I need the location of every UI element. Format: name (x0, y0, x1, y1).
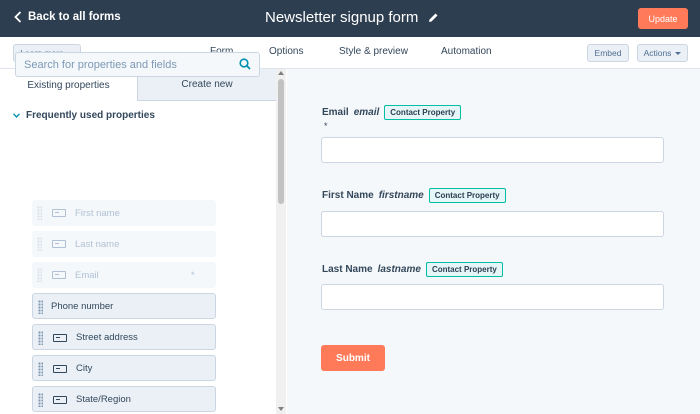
text-field-icon (52, 271, 66, 279)
contact-property-badge: Contact Property (428, 188, 506, 203)
actions-label: Actions (643, 48, 672, 58)
drag-handle-icon[interactable] (38, 300, 43, 314)
property-label: Email (75, 269, 99, 281)
form-field-label-lastname: Last Name lastname Contact Property (322, 262, 503, 277)
property-label: City (76, 362, 93, 374)
chevron-down-icon (13, 113, 20, 118)
scroll-down-arrow-icon[interactable] (278, 407, 284, 411)
property-label: First name (75, 207, 120, 219)
pencil-icon[interactable] (428, 12, 439, 23)
section-title: Frequently used properties (26, 110, 155, 121)
first-name-field[interactable] (321, 211, 664, 237)
required-asterisk: * (324, 121, 328, 131)
sidebar-scroll-thumb[interactable] (278, 79, 284, 204)
submit-button[interactable]: Submit (321, 345, 385, 371)
caret-down-icon (675, 51, 682, 55)
field-label: Last Name (322, 264, 373, 275)
property-label: Last name (75, 238, 120, 250)
sidebar-property-item[interactable]: Phone number (32, 293, 216, 319)
tab-options[interactable]: Options (269, 46, 303, 57)
update-button[interactable]: Update (638, 8, 688, 29)
sidebar-property-item[interactable]: Last name (32, 231, 216, 257)
form-field-label-firstname: First Name firstname Contact Property (322, 188, 506, 203)
contact-property-badge: Contact Property (384, 105, 462, 120)
text-field-icon (53, 365, 67, 373)
sidebar-property-item[interactable]: First name (32, 200, 216, 226)
scroll-up-arrow-icon[interactable] (278, 71, 284, 75)
frequently-used-section-header[interactable]: Frequently used properties (13, 110, 155, 121)
drag-handle-icon[interactable] (38, 331, 43, 345)
actions-button[interactable]: Actions (637, 44, 688, 62)
back-to-all-forms-link[interactable]: Back to all forms (14, 11, 121, 23)
property-label: Street address (76, 331, 138, 343)
property-label: Phone number (51, 300, 114, 312)
text-field-icon (52, 240, 66, 248)
search-icon[interactable] (239, 58, 251, 70)
tab-automation[interactable]: Automation (441, 46, 492, 57)
text-field-icon (53, 396, 67, 404)
property-search-input[interactable] (15, 52, 260, 77)
drag-handle-icon[interactable] (38, 393, 43, 407)
text-field-icon (53, 334, 67, 342)
contact-property-badge: Contact Property (425, 262, 503, 277)
field-internal-name: email (353, 107, 380, 118)
chevron-left-icon (14, 11, 22, 23)
last-name-field[interactable] (321, 284, 664, 310)
top-bar: Back to all forms Newsletter signup form… (0, 0, 700, 37)
sidebar-property-item[interactable]: Street address (32, 324, 216, 350)
back-label: Back to all forms (28, 11, 121, 23)
tab-style-preview[interactable]: Style & preview (339, 46, 408, 57)
form-field-label-email: Email email Contact Property (322, 105, 462, 120)
drag-handle-icon[interactable] (37, 206, 42, 220)
embed-button[interactable]: Embed (587, 44, 629, 62)
sidebar-property-item[interactable]: State/Region (32, 386, 216, 412)
drag-handle-icon[interactable] (37, 268, 42, 282)
field-label: Email (322, 107, 349, 118)
drag-handle-icon[interactable] (37, 237, 42, 251)
embed-label: Embed (594, 48, 622, 58)
sidebar-property-item[interactable]: Email * (32, 262, 216, 288)
required-asterisk: * (191, 270, 195, 280)
form-title[interactable]: Newsletter signup form (265, 9, 439, 26)
field-internal-name: firstname (378, 190, 424, 201)
sidebar-property-item[interactable]: City (32, 355, 216, 381)
form-title-text: Newsletter signup form (265, 9, 419, 26)
drag-handle-icon[interactable] (38, 362, 43, 376)
field-internal-name: lastname (377, 264, 421, 275)
property-label: State/Region (76, 393, 131, 405)
email-field[interactable] (321, 137, 664, 163)
text-field-icon (52, 209, 66, 217)
field-label: First Name (322, 190, 374, 201)
